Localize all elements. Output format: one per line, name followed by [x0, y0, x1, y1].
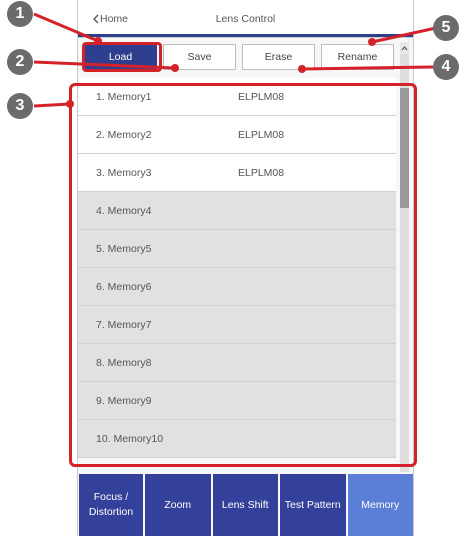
memory-name: 1. Memory1	[96, 90, 152, 103]
scroll-up-arrow[interactable]	[400, 42, 409, 54]
page-title: Lens Control	[215, 13, 276, 25]
memory-row[interactable]: 9. Memory9	[78, 382, 396, 420]
callout-badge: 4	[433, 54, 459, 80]
memory-name: 3. Memory3	[96, 166, 152, 179]
save-button[interactable]: Save	[163, 44, 236, 70]
callout-badge: 5	[433, 15, 459, 41]
action-bar: Load Save Erase Rename	[84, 44, 394, 70]
tab-memory[interactable]: Memory	[347, 474, 413, 536]
memory-name: 9. Memory9	[96, 394, 152, 407]
load-button[interactable]: Load	[84, 44, 157, 70]
tab-zoom[interactable]: Zoom	[145, 474, 211, 536]
memory-list: 1. Memory1 ELPLM08 2. Memory2 ELPLM08 3.…	[78, 78, 396, 463]
tab-focus-distortion[interactable]: Focus / Distortion	[79, 474, 143, 536]
memory-row[interactable]: 1. Memory1 ELPLM08	[78, 78, 396, 116]
erase-button[interactable]: Erase	[242, 44, 315, 70]
memory-lens: ELPLM08	[238, 128, 285, 141]
rename-button[interactable]: Rename	[321, 44, 394, 70]
memory-row[interactable]: 8. Memory8	[78, 344, 396, 382]
memory-name: 5. Memory5	[96, 242, 152, 255]
memory-name: 2. Memory2	[96, 128, 152, 141]
tab-lens-shift[interactable]: Lens Shift	[212, 474, 278, 536]
memory-name: 4. Memory4	[96, 204, 152, 217]
scrollbar-thumb[interactable]	[400, 88, 409, 208]
memory-row[interactable]: 3. Memory3 ELPLM08	[78, 154, 396, 192]
callout-badge: 3	[7, 93, 33, 119]
memory-lens: ELPLM08	[238, 90, 285, 103]
memory-name: 7. Memory7	[96, 318, 152, 331]
memory-name: 8. Memory8	[96, 356, 152, 369]
memory-row[interactable]: 2. Memory2 ELPLM08	[78, 116, 396, 154]
bottom-tab-bar: Focus / Distortion Zoom Lens Shift Test …	[78, 474, 413, 536]
memory-row[interactable]: 7. Memory7	[78, 306, 396, 344]
app-screen: Home Lens Control Load Save Erase Rename…	[77, 0, 414, 536]
chevron-up-icon	[401, 45, 408, 50]
memory-row[interactable]: 5. Memory5	[78, 230, 396, 268]
memory-name: 6. Memory6	[96, 280, 152, 293]
header-bar: Home Lens Control	[78, 0, 413, 38]
header-accent-line	[78, 34, 413, 37]
tab-test-pattern[interactable]: Test Pattern	[280, 474, 346, 536]
callout-badge: 1	[7, 1, 33, 27]
memory-name: 10. Memory10	[96, 432, 164, 445]
memory-row[interactable]: 6. Memory6	[78, 268, 396, 306]
memory-lens: ELPLM08	[238, 166, 285, 179]
memory-row[interactable]: 10. Memory10	[78, 420, 396, 458]
callout-badge: 2	[7, 49, 33, 75]
memory-row[interactable]: 4. Memory4	[78, 192, 396, 230]
